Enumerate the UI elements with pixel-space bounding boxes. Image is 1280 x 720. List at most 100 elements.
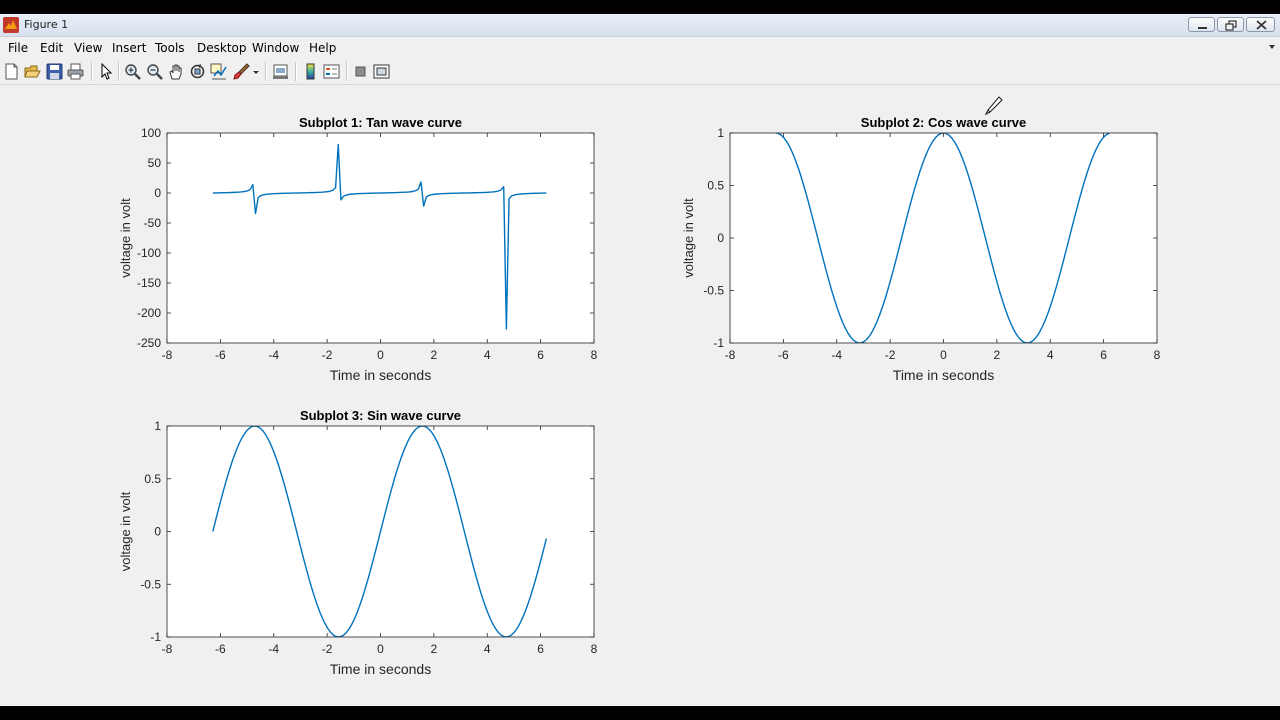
menu-desktop[interactable]: Desktop: [197, 41, 247, 55]
save-icon[interactable]: [46, 63, 63, 80]
x-tick-label: 6: [1100, 348, 1107, 362]
minimize-button[interactable]: [1188, 17, 1215, 32]
y-tick-label: -50: [144, 216, 162, 230]
y-tick-label: -1: [713, 336, 724, 350]
x-tick-label: 8: [591, 642, 598, 656]
y-tick-label: -0.5: [703, 284, 724, 298]
x-tick-label: 4: [484, 348, 491, 362]
x-tick-label: -2: [322, 348, 333, 362]
x-tick-label: 4: [484, 642, 491, 656]
restore-button[interactable]: [1217, 17, 1244, 32]
menu-insert[interactable]: Insert: [112, 41, 146, 55]
x-tick-label: -4: [268, 348, 279, 362]
y-tick-label: 0.5: [144, 472, 161, 486]
x-axis-label: Time in seconds: [330, 661, 431, 677]
brush-icon[interactable]: [233, 63, 250, 80]
x-tick-label: -2: [885, 348, 896, 362]
toolbar-separator: [295, 62, 297, 81]
figure-window: Figure 1 File Edit View Insert Tools Des…: [0, 14, 1280, 706]
figure-plots: -8 -6 -4 -2 0 2 4 6 8100500-50-100-150-200-250Su…: [118, 115, 1161, 677]
y-tick-label: 0: [154, 525, 161, 539]
subplot-title: Subplot 3: Sin wave curve: [300, 408, 461, 423]
y-tick-label: 1: [154, 419, 161, 433]
rotate-3d-icon[interactable]: [189, 63, 206, 80]
brush-dropdown-icon[interactable]: [252, 63, 260, 80]
y-axis-label: voltage in volt: [118, 491, 133, 571]
legend-icon[interactable]: [323, 63, 340, 80]
y-tick-label: -1: [150, 630, 161, 644]
x-tick-label: -4: [268, 642, 279, 656]
menu-help[interactable]: Help: [309, 41, 336, 55]
x-tick-label: 8: [591, 348, 598, 362]
y-tick-label: 0: [154, 186, 161, 200]
axes-background: [167, 133, 594, 343]
menu-window[interactable]: Window: [252, 41, 299, 55]
dock-arrow-icon[interactable]: [1268, 43, 1276, 51]
menu-tools[interactable]: Tools: [155, 41, 185, 55]
x-tick-label: 8: [1154, 348, 1161, 362]
x-tick-label: -6: [215, 348, 226, 362]
x-tick-label: 4: [1047, 348, 1054, 362]
pointer-icon[interactable]: [97, 63, 114, 80]
x-tick-label: 2: [994, 348, 1001, 362]
hide-plot-tools-icon[interactable]: [352, 63, 369, 80]
restore-icon: [1225, 20, 1237, 31]
x-tick-label: 2: [431, 348, 438, 362]
x-tick-label: -4: [831, 348, 842, 362]
subplot-3: -8 -6 -4 -2 0 2 4 6 8 1 0.5 0 -0.5 -1 Subplot 3: Sin w…: [118, 408, 598, 677]
figure-toolbar: [0, 58, 1280, 85]
y-axis-label: voltage in volt: [681, 198, 696, 278]
subplot-title: Subplot 1: Tan wave curve: [299, 115, 462, 130]
y-tick-label: -250: [137, 336, 161, 350]
colorbar-icon[interactable]: [302, 63, 319, 80]
y-axis-label: voltage in volt: [118, 198, 133, 278]
y-tick-label: -0.5: [140, 577, 161, 591]
title-bar[interactable]: Figure 1: [0, 14, 1280, 37]
data-cursor-icon[interactable]: [210, 63, 227, 80]
x-axis-label: Time in seconds: [893, 367, 994, 383]
axes-background: [730, 133, 1157, 343]
open-file-icon[interactable]: [24, 63, 41, 80]
y-tick-label: -100: [137, 246, 161, 260]
zoom-out-icon[interactable]: [146, 63, 163, 80]
subplot-2: -8 -6 -4 -2 0 2 4 6 8 1 0.5 0 -0.5 -1 Subplot 2: Cos w…: [681, 115, 1161, 383]
x-tick-label: 6: [537, 348, 544, 362]
zoom-in-icon[interactable]: [124, 63, 141, 80]
minimize-icon: [1198, 27, 1207, 29]
print-icon[interactable]: [67, 63, 84, 80]
x-tick-label: -2: [322, 642, 333, 656]
x-tick-label: 0: [940, 348, 947, 362]
close-icon: [1256, 20, 1267, 30]
menu-view[interactable]: View: [74, 41, 102, 55]
menu-edit[interactable]: Edit: [40, 41, 63, 55]
y-tick-label: 0.5: [707, 179, 724, 193]
new-figure-icon[interactable]: [3, 63, 20, 80]
x-tick-label: 6: [537, 642, 544, 656]
subplot-1: -8 -6 -4 -2 0 2 4 6 8 100 50 0 -50 -100 -150 -200 -250 Su…: [118, 115, 598, 383]
window-title: Figure 1: [24, 18, 69, 31]
pan-icon[interactable]: [167, 63, 184, 80]
x-tick-label: 2: [431, 642, 438, 656]
menu-bar: File Edit View Insert Tools Desktop Wind…: [0, 37, 1280, 57]
x-tick-label: -8: [162, 642, 173, 656]
matlab-logo-icon: [3, 17, 19, 33]
link-plot-icon[interactable]: [272, 63, 289, 80]
show-plot-tools-icon[interactable]: [373, 63, 390, 80]
x-tick-label: 0: [377, 348, 384, 362]
y-tick-label: -200: [137, 306, 161, 320]
toolbar-separator: [91, 62, 93, 81]
x-tick-label: -8: [162, 348, 173, 362]
menu-file[interactable]: File: [8, 41, 28, 55]
x-tick-label: -6: [215, 642, 226, 656]
y-tick-label: 100: [141, 126, 161, 140]
toolbar-separator: [265, 62, 267, 81]
pen-cursor-icon: [984, 96, 1003, 116]
toolbar-separator: [346, 62, 348, 81]
subplot-title: Subplot 2: Cos wave curve: [861, 115, 1026, 130]
y-tick-label: 50: [148, 156, 162, 170]
x-tick-label: 0: [377, 642, 384, 656]
close-button[interactable]: [1246, 17, 1275, 32]
y-tick-label: 1: [717, 126, 724, 140]
figure-canvas: -8 -6 -4 -2 0 2 4 6 8 100 50 0 -50 -100 -150 -200 -250 Su…: [0, 85, 1280, 706]
y-tick-label: 0: [717, 231, 724, 245]
